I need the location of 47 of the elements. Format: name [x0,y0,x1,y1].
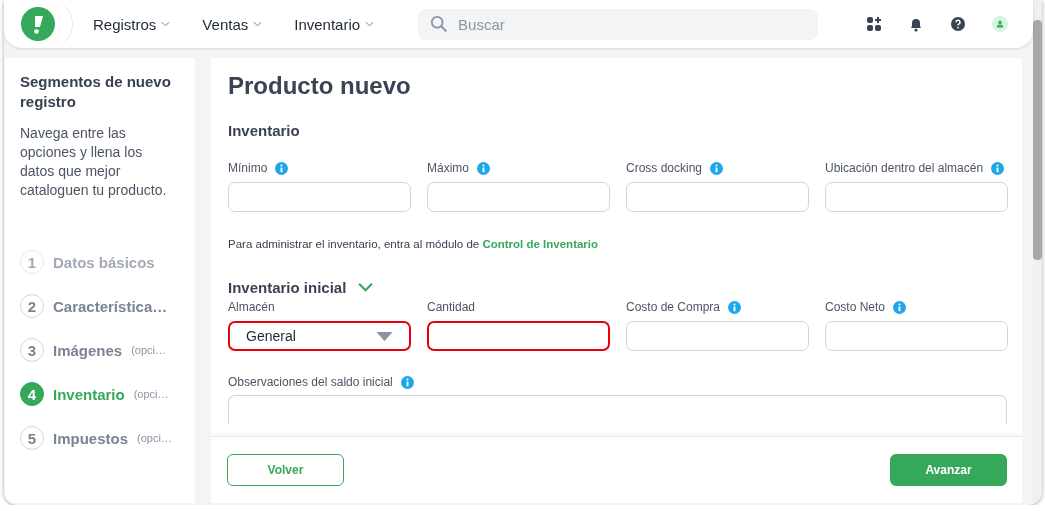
search-icon [430,14,449,33]
sidebar-title: Segmentos de nuevo registro [20,72,172,112]
field-label: Almacén [228,300,275,314]
step-item[interactable]: 4 Inventario (opci… [20,382,180,406]
nav-menu[interactable]: Registros [81,11,183,37]
logo-icon[interactable] [21,7,55,41]
dropdown-arrow-icon [376,331,393,341]
field-label: Cantidad [427,300,476,314]
field-label: Costo de Compra [626,300,721,314]
field-label: Costo Neto [825,300,886,314]
info-icon[interactable] [275,161,289,175]
info-icon[interactable] [477,161,490,175]
field-label: Mínimo [228,161,268,175]
select-field[interactable]: General [228,321,411,351]
field-label: Observaciones del saldo inicial [228,375,393,389]
info-icon[interactable] [710,161,724,175]
nav-menu[interactable]: Ventas [190,11,275,37]
avatar-icon[interactable] [992,16,1009,32]
sidebar-description: Navega entre las opciones y llena los datos que mejor cataloguen tu producto. [20,124,168,200]
nav-menu[interactable]: Inventario [282,11,387,37]
field-label: Cross docking [626,161,703,175]
search-field[interactable]: Buscar [418,8,819,40]
step-item[interactable]: 5 Impuestos (opci… [20,426,180,450]
step-item[interactable]: 3 Imágenes (opci… [20,338,180,362]
back-button[interactable]: Volver [227,454,344,486]
chevron-icon[interactable] [357,282,375,293]
info-icon[interactable] [991,161,1005,175]
section-title: Inventario inicial [228,279,347,296]
caret-icon [161,21,171,27]
step-item[interactable]: 2 Característica… [20,294,180,318]
help-icon[interactable] [950,16,967,32]
info-icon[interactable] [728,300,742,314]
scrollbar[interactable] [1033,0,1042,505]
caret-icon [365,21,375,27]
apps-icon[interactable] [866,16,883,32]
input-field[interactable] [427,321,610,351]
page-title: Producto nuevo [228,72,412,100]
field-label: Máximo [427,161,469,175]
info-icon[interactable] [400,375,414,389]
caret-icon [253,21,263,27]
next-button[interactable]: Avanzar [890,454,1007,486]
inventory-link[interactable]: Control de Inventario [482,238,599,250]
info-icon[interactable] [893,300,907,314]
field-label: Ubicación dentro del almacén [825,161,984,175]
inventory-note: Para administrar el inventario, entra al módulo de Control de Inventario [228,238,600,250]
observations-field[interactable] [228,395,1007,424]
section-title: Inventario [228,122,301,139]
